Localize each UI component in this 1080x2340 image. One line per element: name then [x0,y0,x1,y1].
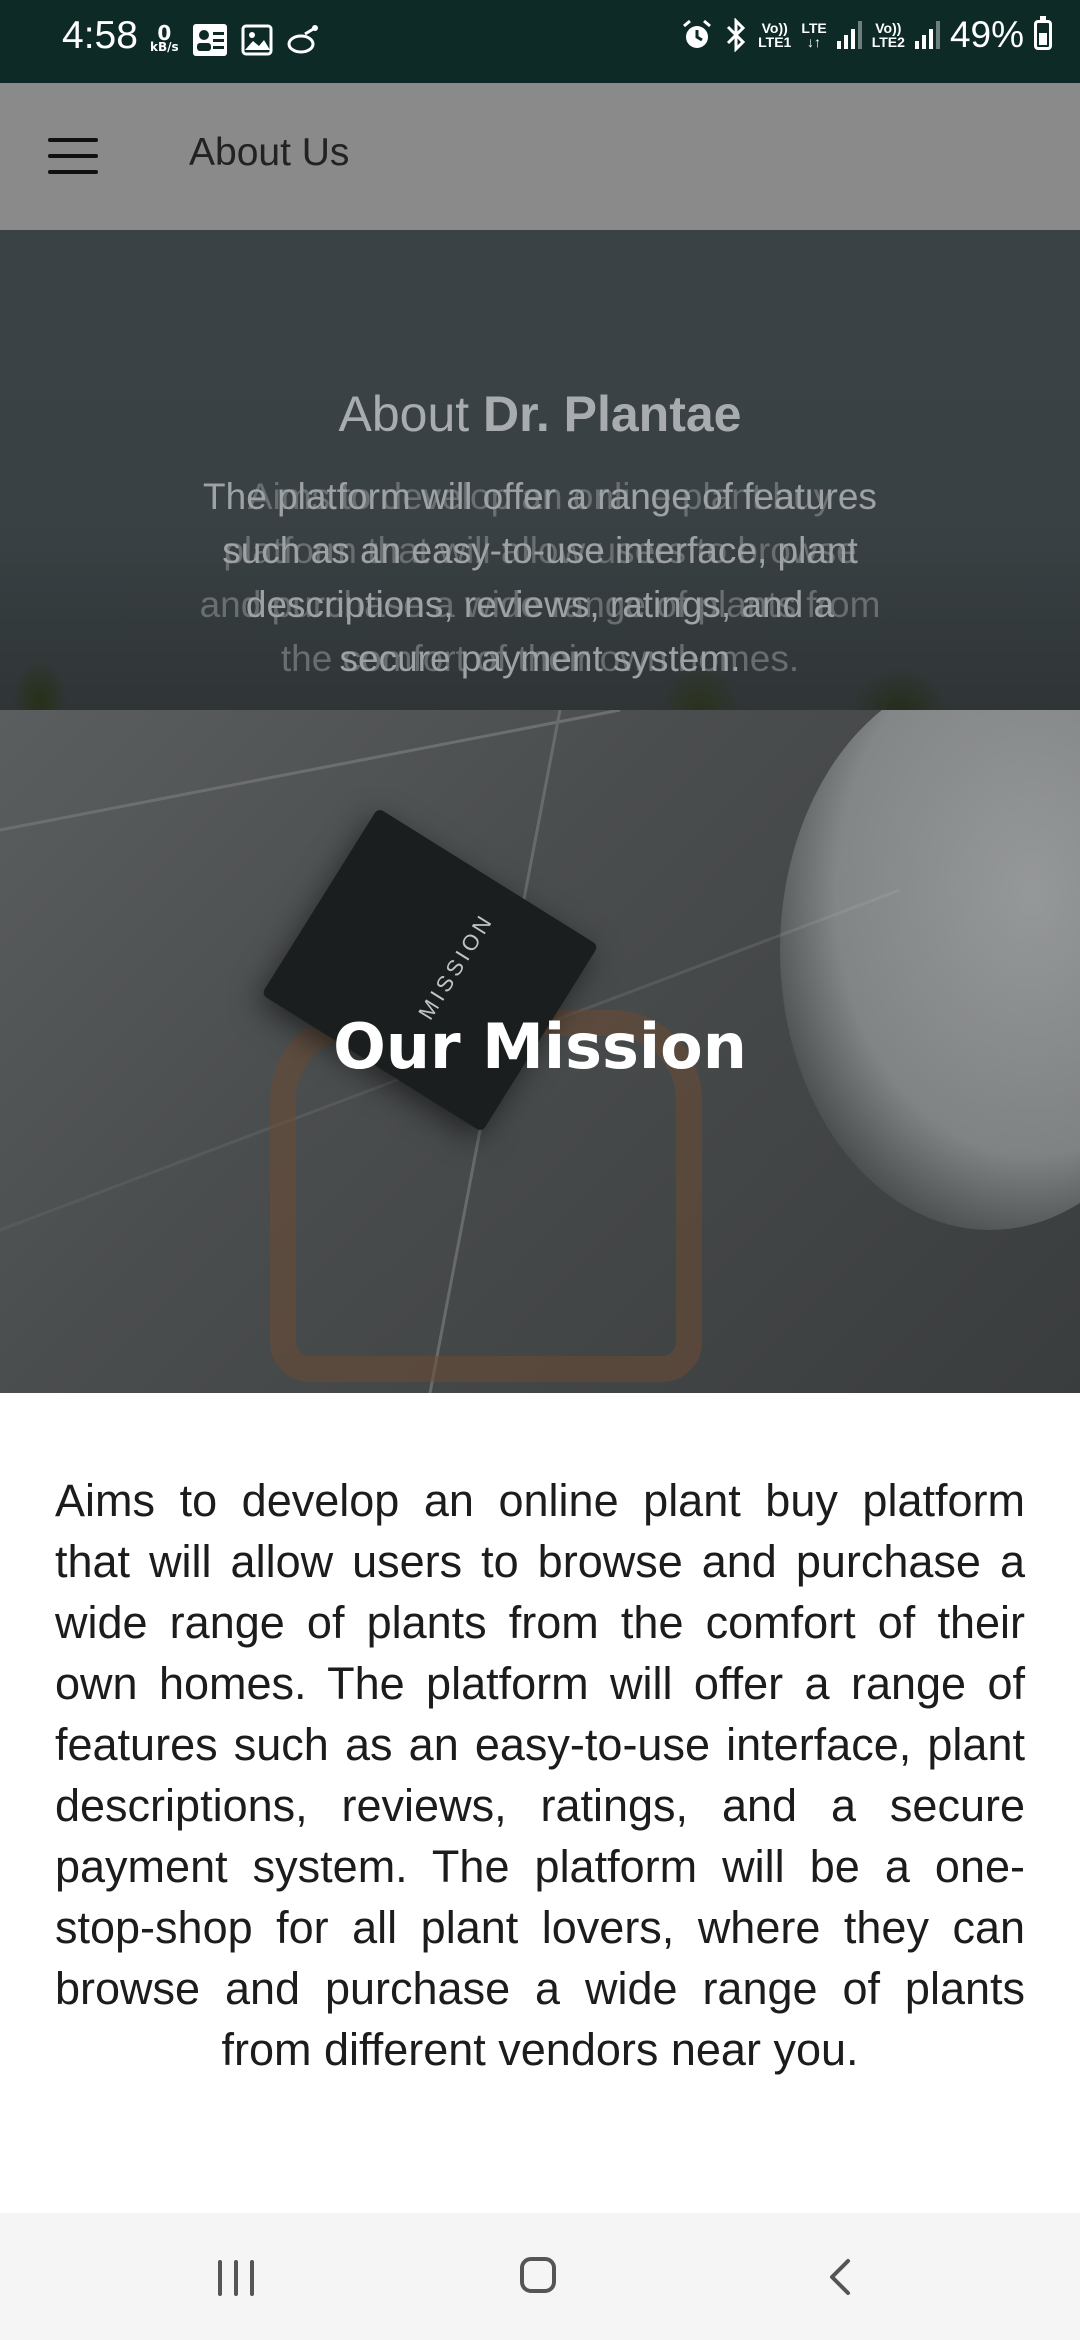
sim1-indicator: Vo)) LTE1 [758,21,791,49]
about-title: About Dr. Plantae [0,385,1080,443]
about-text: The platform will offer a range of featu… [203,476,877,679]
signal-strength-icon [836,21,862,49]
about-title-prefix: About [338,386,484,442]
signal-strength-2-icon [914,21,940,49]
bluetooth-icon [727,18,746,52]
navigation-bar [0,2213,1080,2340]
alarm-icon [683,19,712,48]
journal-label: MISSION [413,908,499,1025]
sim2-top-label: Vo)) [875,20,902,36]
sim1-network: LTE ↓↑ [801,21,826,49]
status-notification-icons: 0 kB/s [150,22,321,58]
data-rate-indicator: 0 kB/s [150,21,179,54]
sim1-bottom-label: LTE1 [758,34,792,50]
mission-text: Aims to develop an online plant buy plat… [55,1475,1025,2075]
app-bar: About Us [0,83,1080,230]
back-button[interactable] [822,2257,862,2297]
contact-card-icon [192,24,227,56]
gallery-icon [241,24,273,56]
mission-title: Our Mission [333,1010,747,1083]
status-right-icons: Vo)) LTE1 LTE ↓↑ Vo)) LTE2 49% [680,14,1052,56]
sim2-bottom-label: LTE2 [871,34,905,50]
sim1-network-label: LTE [801,20,827,36]
sim1-top-label: Vo)) [761,20,788,36]
satellite-icon [287,25,318,54]
about-section: About Dr. Plantae Aims to develop an onl… [0,230,1080,710]
data-arrows-icon: ↓↑ [807,34,822,50]
mission-banner: MISSION Our Mission [0,710,1080,1393]
battery-icon [1034,16,1052,50]
sim2-indicator: Vo)) LTE2 [872,21,905,49]
status-bar: 4:58 0 kB/s Vo)) LTE1 LTE ↓↑ Vo)) LTE2 4… [0,0,1080,83]
recent-apps-button[interactable] [218,2260,258,2296]
battery-percentage: 49% [949,14,1024,55]
about-title-brand: Dr. Plantae [483,386,742,442]
data-rate-value: 0 [157,21,172,45]
battery-fill [1039,33,1047,45]
menu-icon[interactable] [48,138,98,174]
page-title: About Us [189,131,350,174]
home-button[interactable] [520,2257,556,2293]
data-rate-unit: kB/s [150,40,179,54]
status-time: 4:58 [62,14,138,57]
